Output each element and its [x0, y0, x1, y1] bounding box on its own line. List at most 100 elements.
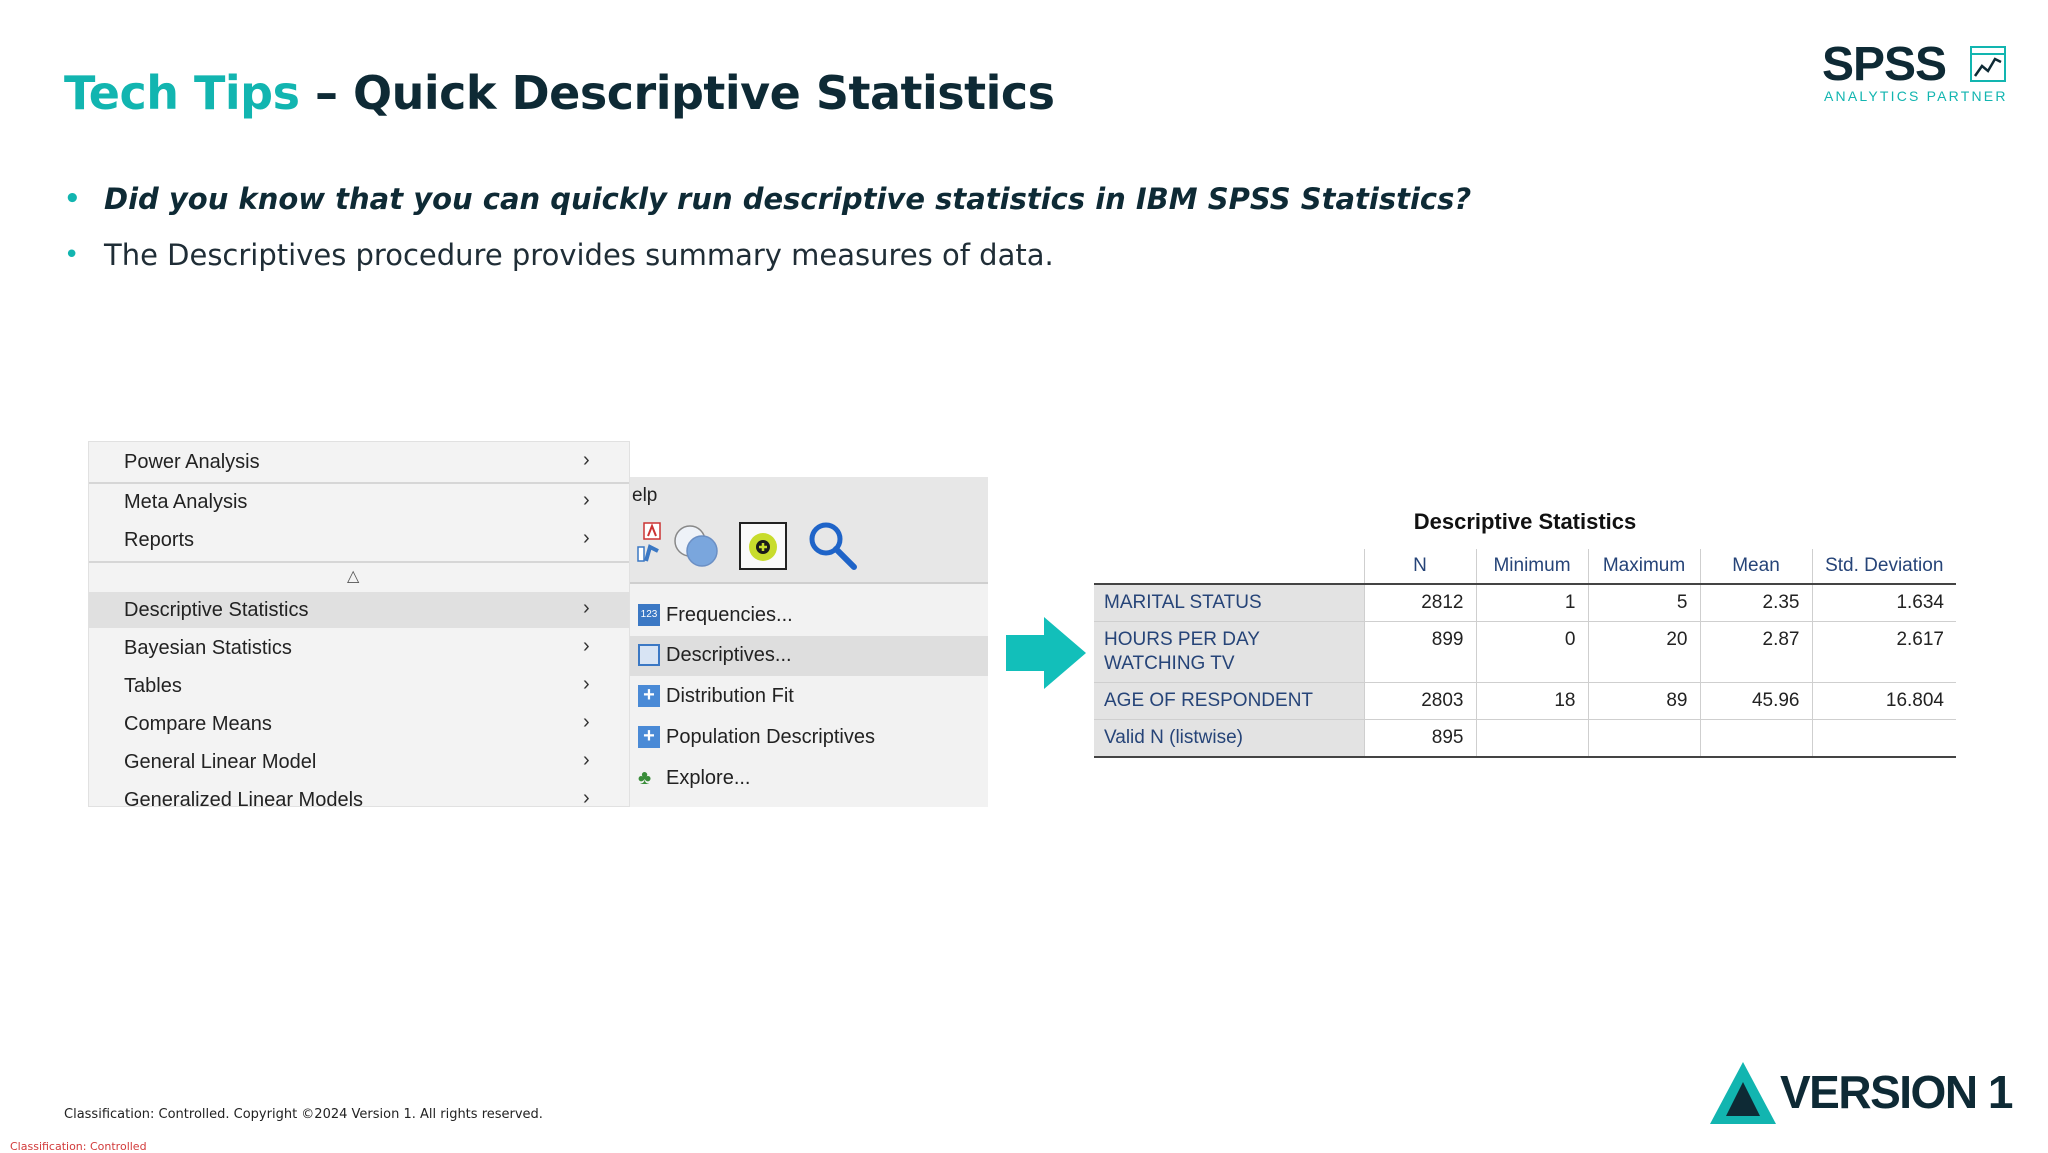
menu-item-population-descriptives[interactable]: + Population Descriptives	[630, 718, 988, 758]
plus-icon: +	[638, 685, 660, 707]
analyze-menu: Power Analysis › Meta Analysis › Reports…	[88, 441, 630, 807]
table-cell: 45.96	[1699, 682, 1812, 720]
table-header-row: N Minimum Maximum Mean Std. Deviation	[1094, 549, 1956, 584]
menu-item-explore[interactable]: ♣ Explore...	[630, 759, 988, 799]
arrow-right-icon	[1006, 617, 1086, 689]
table-cell: 895	[1363, 719, 1476, 757]
chevron-right-icon: ›	[583, 787, 590, 807]
descriptives-icon	[638, 644, 660, 666]
version1-triangle-icon	[1710, 1062, 1776, 1124]
column-header: N	[1363, 549, 1476, 584]
chart-builder-icon[interactable]	[636, 521, 662, 567]
frequencies-icon: 123	[638, 604, 660, 626]
menu-item-generalized-linear-models[interactable]: Generalized Linear Models ›	[89, 782, 629, 807]
menu-item-label: Distribution Fit	[666, 685, 794, 707]
title-rest: – Quick Descriptive Statistics	[299, 66, 1055, 120]
logo-tagline: ANALYTICS PARTNER	[1824, 88, 2008, 104]
table-cell: 1.634	[1811, 583, 1956, 622]
title-accent: Tech Tips	[64, 66, 300, 120]
table-cell: 18	[1475, 682, 1588, 720]
menu-item-label: Bayesian Statistics	[124, 637, 292, 659]
table-cell	[1699, 719, 1812, 757]
table-cell: 2812	[1363, 583, 1476, 622]
menu-item-label: Power Analysis	[124, 451, 260, 473]
chart-icon	[1970, 46, 2006, 82]
table-cell: 2803	[1363, 682, 1476, 720]
table-cell	[1475, 719, 1588, 757]
output-table-title: Descriptive Statistics	[1413, 509, 1637, 534]
explore-icon: ♣	[638, 767, 652, 789]
spss-analytics-partner-logo: SPSS ANALYTICS PARTNER	[1822, 40, 2010, 104]
table-cell: 2.35	[1699, 583, 1812, 622]
menu-item-label: General Linear Model	[124, 751, 317, 773]
chevron-right-icon: ›	[583, 449, 590, 471]
chevron-right-icon: ›	[583, 673, 590, 695]
search-icon[interactable]	[806, 519, 860, 573]
chevron-right-icon: ›	[583, 711, 590, 733]
output-table: N Minimum Maximum Mean Std. Deviation MA…	[1094, 549, 1956, 758]
table-cell: 2.87	[1699, 621, 1812, 683]
menu-item-frequencies[interactable]: 123 Frequencies...	[630, 596, 988, 636]
table-cell: 0	[1475, 621, 1588, 683]
classification-label: Classification: Controlled	[10, 1140, 147, 1153]
menu-item-tables[interactable]: Tables ›	[89, 668, 629, 704]
menu-item-label: Population Descriptives	[666, 726, 875, 748]
menu-item-label: Explore...	[666, 767, 751, 789]
slide-title: Tech Tips – Quick Descriptive Statistics	[64, 66, 1055, 120]
menu-item-label: Generalized Linear Models	[124, 789, 364, 807]
table-cell: 89	[1587, 682, 1700, 720]
venn-icon[interactable]	[672, 521, 726, 571]
table-cell: 899	[1363, 621, 1476, 683]
chevron-right-icon: ›	[583, 749, 590, 771]
table-cell: 20	[1587, 621, 1700, 683]
menu-item-compare-means[interactable]: Compare Means ›	[89, 706, 629, 742]
table-row: AGE OF RESPONDENT 2803 18 89 45.96 16.80…	[1094, 682, 1956, 720]
column-header	[1094, 549, 1364, 584]
menu-item-label: Frequencies...	[666, 604, 793, 626]
column-header: Mean	[1699, 549, 1812, 584]
row-label: Valid N (listwise)	[1094, 719, 1364, 757]
menu-item-descriptive-statistics[interactable]: Descriptive Statistics ›	[89, 592, 629, 628]
chevron-right-icon: ›	[583, 527, 590, 549]
table-cell: 1	[1475, 583, 1588, 622]
row-label: AGE OF RESPONDENT	[1094, 682, 1364, 720]
menu-item-label: Meta Analysis	[124, 491, 248, 513]
chevron-right-icon: ›	[583, 489, 590, 511]
menu-item-distribution-fit[interactable]: + Distribution Fit	[630, 677, 988, 717]
chevron-right-icon: ›	[583, 635, 590, 657]
table-cell: 2.617	[1811, 621, 1956, 683]
menu-item-meta-analysis[interactable]: Meta Analysis ›	[89, 484, 629, 520]
version1-logo: VERSION 1	[1708, 1060, 2018, 1126]
bullet-item: Did you know that you can quickly run de…	[64, 182, 1471, 216]
menu-item-descriptives[interactable]: Descriptives...	[630, 636, 988, 676]
menu-item-bayesian-statistics[interactable]: Bayesian Statistics ›	[89, 630, 629, 666]
table-cell	[1587, 719, 1700, 757]
table-row: Valid N (listwise) 895	[1094, 719, 1956, 757]
menu-item-label: Descriptives...	[666, 644, 792, 666]
column-header: Std. Deviation	[1811, 549, 1956, 584]
menu-item-general-linear-model[interactable]: General Linear Model ›	[89, 744, 629, 780]
menu-item-power-analysis[interactable]: Power Analysis ›	[89, 444, 629, 480]
plus-icon: +	[638, 726, 660, 748]
chevron-right-icon: ›	[583, 597, 590, 619]
row-label: HOURS PER DAY WATCHING TV	[1094, 621, 1364, 683]
toolbar: elp	[630, 477, 988, 584]
footer-copyright: Classification: Controlled. Copyright ©2…	[64, 1107, 543, 1122]
bullet-list: Did you know that you can quickly run de…	[64, 182, 1471, 294]
menu-item-label: Reports	[124, 529, 195, 551]
table-row: MARITAL STATUS 2812 1 5 2.35 1.634	[1094, 583, 1956, 622]
table-cell: 5	[1587, 583, 1700, 622]
table-cell: 16.804	[1811, 682, 1956, 720]
menu-divider	[89, 561, 629, 563]
scroll-up-icon[interactable]: △	[347, 566, 359, 585]
column-header: Minimum	[1475, 549, 1588, 584]
row-label: MARITAL STATUS	[1094, 583, 1364, 622]
add-variable-icon[interactable]	[738, 521, 788, 571]
menu-item-label: Descriptive Statistics	[124, 599, 309, 621]
menu-item-reports[interactable]: Reports ›	[89, 522, 629, 558]
menu-item-label: Compare Means	[124, 713, 272, 735]
bullet-item: The Descriptives procedure provides summ…	[64, 238, 1471, 272]
column-header: Maximum	[1587, 549, 1700, 584]
table-cell	[1811, 719, 1956, 757]
help-menu-label[interactable]: elp	[632, 485, 657, 507]
